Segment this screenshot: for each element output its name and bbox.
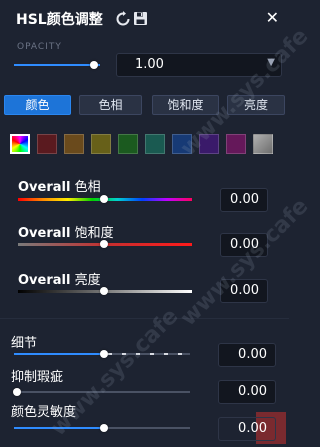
sensitivity-label: 颜色灵敏度 bbox=[11, 405, 77, 420]
reset-icon[interactable] bbox=[115, 11, 131, 27]
watermark: www.sys.cafe bbox=[175, 193, 314, 332]
opacity-slider-thumb[interactable] bbox=[90, 61, 98, 69]
detail-label: 细节 bbox=[11, 336, 38, 351]
swatch-green[interactable] bbox=[118, 134, 138, 154]
tab-hue[interactable]: 色相 bbox=[79, 95, 142, 115]
suppress-slider-thumb[interactable] bbox=[13, 388, 21, 396]
swatch-magenta[interactable] bbox=[226, 134, 246, 154]
opacity-value: 1.00 bbox=[135, 57, 164, 72]
swatch-all[interactable] bbox=[10, 134, 30, 154]
sensitivity-slider-fill bbox=[14, 427, 104, 429]
sensitivity-value-field[interactable]: 0.00 bbox=[218, 417, 276, 441]
saturation-label: Overall 饱和度 bbox=[18, 226, 114, 241]
swatch-aqua[interactable] bbox=[145, 134, 165, 154]
watermark: www.sys.cafe bbox=[45, 303, 184, 442]
tab-saturation[interactable]: 饱和度 bbox=[152, 95, 219, 115]
swatch-red[interactable] bbox=[37, 134, 57, 154]
suppress-label: 抑制瑕疵 bbox=[11, 370, 64, 385]
suppress-slider-track[interactable] bbox=[14, 391, 190, 393]
tab-label: 饱和度 bbox=[167, 98, 204, 112]
section-divider bbox=[0, 318, 289, 319]
swatch-purple[interactable] bbox=[199, 134, 219, 154]
detail-slider-thumb[interactable] bbox=[100, 350, 108, 358]
detail-value-field[interactable]: 0.00 bbox=[218, 343, 276, 367]
tab-label: 颜色 bbox=[25, 98, 50, 112]
opacity-label: OPACITY bbox=[17, 42, 62, 52]
opacity-slider-fill bbox=[14, 64, 100, 66]
lightness-label: Overall 亮度 bbox=[18, 273, 101, 288]
hue-label: Overall 色相 bbox=[18, 180, 101, 195]
opacity-select[interactable]: 1.00 ▼ bbox=[116, 53, 282, 77]
swatch-blue[interactable] bbox=[172, 134, 192, 154]
hsl-adjust-panel: HSL颜色调整 ✕ OPACITY 1.00 ▼ 颜色 色相 饱和度 亮度 Ov… bbox=[0, 0, 313, 447]
hue-slider-thumb[interactable] bbox=[100, 195, 108, 203]
lightness-value-field[interactable]: 0.00 bbox=[220, 279, 268, 303]
chevron-down-icon: ▼ bbox=[267, 57, 275, 68]
tab-color[interactable]: 颜色 bbox=[4, 95, 71, 115]
saturation-slider-thumb[interactable] bbox=[100, 240, 108, 248]
sensitivity-slider-thumb[interactable] bbox=[100, 424, 108, 432]
save-icon[interactable] bbox=[133, 11, 149, 27]
hue-value-field[interactable]: 0.00 bbox=[220, 188, 268, 212]
saturation-value-field[interactable]: 0.00 bbox=[220, 233, 268, 257]
detail-slider-fill bbox=[14, 353, 104, 355]
panel-header: HSL颜色调整 ✕ bbox=[0, 0, 289, 38]
swatch-orange[interactable] bbox=[64, 134, 84, 154]
close-icon[interactable]: ✕ bbox=[266, 8, 279, 27]
tab-lightness[interactable]: 亮度 bbox=[227, 95, 285, 115]
suppress-value-field[interactable]: 0.00 bbox=[218, 380, 276, 404]
tab-label: 亮度 bbox=[243, 98, 268, 112]
tab-label: 色相 bbox=[98, 98, 123, 112]
panel-title: HSL颜色调整 bbox=[16, 12, 103, 28]
swatch-yellow[interactable] bbox=[91, 134, 111, 154]
lightness-slider-thumb[interactable] bbox=[100, 287, 108, 295]
swatch-gray[interactable] bbox=[253, 134, 273, 154]
